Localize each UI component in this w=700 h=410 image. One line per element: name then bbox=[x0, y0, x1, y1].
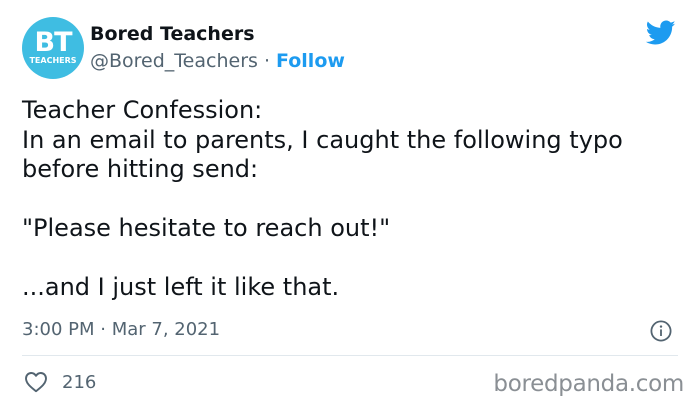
twitter-bird-icon[interactable] bbox=[646, 20, 676, 46]
watermark: boredpanda.com bbox=[493, 371, 684, 397]
follow-button[interactable]: Follow bbox=[276, 50, 345, 72]
like-count: 216 bbox=[62, 371, 97, 393]
divider bbox=[22, 355, 678, 356]
heart-icon[interactable] bbox=[24, 371, 48, 393]
author-name[interactable]: Bored Teachers bbox=[90, 23, 255, 45]
tweet-card: BT TEACHERS Bored Teachers @Bored_Teache… bbox=[0, 0, 700, 410]
tweet-text: Teacher Confession: In an email to paren… bbox=[22, 96, 682, 303]
tweet-line bbox=[22, 244, 682, 274]
info-icon[interactable] bbox=[650, 320, 672, 342]
handle-separator: · bbox=[257, 50, 277, 72]
tweet-line: In an email to parents, I caught the fol… bbox=[22, 125, 623, 154]
tweet-line bbox=[22, 185, 682, 215]
tweet-line: before hitting send: bbox=[22, 155, 259, 183]
avatar-monogram: BT bbox=[34, 26, 73, 58]
tweet-line: "Please hesitate to reach out!" bbox=[22, 214, 391, 242]
like-button[interactable]: 216 bbox=[24, 371, 96, 393]
tweet-line: Teacher Confession: bbox=[22, 96, 263, 124]
tweet-timestamp[interactable]: 3:00 PM · Mar 7, 2021 bbox=[22, 319, 220, 340]
avatar[interactable]: BT TEACHERS bbox=[22, 17, 84, 79]
avatar-subtitle: TEACHERS bbox=[29, 55, 77, 65]
author-handle-row: @Bored_Teachers · Follow bbox=[90, 50, 345, 72]
author-handle[interactable]: @Bored_Teachers bbox=[90, 50, 258, 72]
tweet-line: ...and I just left it like that. bbox=[22, 273, 340, 301]
